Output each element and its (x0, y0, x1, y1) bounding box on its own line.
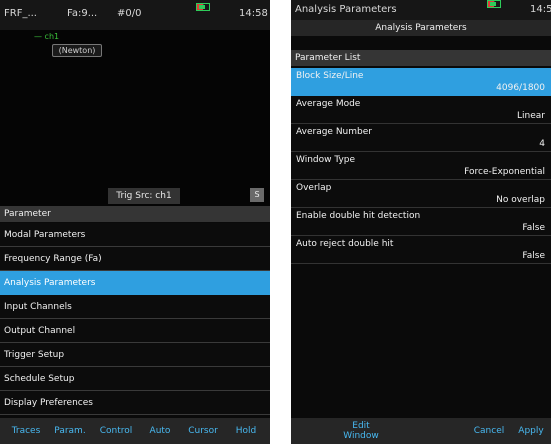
param-value: Force-Exponential (464, 167, 545, 177)
menu-item-input-channels[interactable]: Input Channels (0, 295, 270, 319)
clock: 14:58 (239, 8, 268, 19)
app-title: FRF_... (4, 8, 37, 19)
app-title: Analysis Parameters (295, 4, 397, 15)
fa-indicator: Fa:9... (67, 8, 98, 19)
left-screen: FRF_... Fa:9... #0/0 ≋ 14:58 — ch1 (Newt… (0, 0, 270, 444)
edit-label: Edit (352, 421, 370, 431)
param-row-double-hit-detection[interactable]: Enable double hit detection False (291, 208, 551, 236)
control-button[interactable]: Control (92, 418, 140, 444)
status-bar: FRF_... Fa:9... #0/0 ≋ 14:58 (0, 0, 270, 30)
menu-item-frequency-range[interactable]: Frequency Range (Fa) (0, 247, 270, 271)
plot-area[interactable]: — ch1 (Newton) Trig Src: ch1 S (0, 30, 270, 208)
unit-label: (Newton) (52, 44, 102, 57)
frame-counter: #0/0 (117, 8, 142, 19)
panel-header: Parameter (0, 206, 270, 222)
trigger-source: Trig Src: ch1 (108, 188, 180, 204)
param-value: Linear (517, 111, 545, 121)
dialog-title: Analysis Parameters (291, 20, 551, 36)
right-screen: Analysis Parameters ≋ 14:5 Analysis Para… (291, 0, 551, 444)
param-row-overlap[interactable]: Overlap No overlap (291, 180, 551, 208)
param-row-window-type[interactable]: Window Type Force-Exponential (291, 152, 551, 180)
menu-item-trigger-setup[interactable]: Trigger Setup (0, 343, 270, 367)
param-label: Enable double hit detection (296, 211, 421, 221)
param-row-average-number[interactable]: Average Number 4 (291, 124, 551, 152)
cursor-button[interactable]: Cursor (180, 418, 226, 444)
battery-icon (196, 3, 210, 11)
menu-item-display-preferences[interactable]: Display Preferences (0, 391, 270, 415)
param-label: Average Number (296, 127, 372, 137)
param-value: No overlap (496, 195, 545, 205)
param-label: Block Size/Line (296, 71, 364, 81)
softkey-bar: Traces Param. Control Auto Cursor Hold (0, 418, 270, 444)
s-button[interactable]: S (250, 188, 264, 202)
legend-label: ch1 (44, 32, 60, 41)
edit-window-button[interactable]: Edit Window (331, 418, 391, 444)
battery-icon (487, 0, 501, 8)
menu-item-schedule-setup[interactable]: Schedule Setup (0, 367, 270, 391)
dialog-button-bar: Edit Window Cancel Apply (291, 418, 551, 444)
menu-item-modal-parameters[interactable]: Modal Parameters (0, 223, 270, 247)
param-label: Overlap (296, 183, 332, 193)
menu-item-output-channel[interactable]: Output Channel (0, 319, 270, 343)
menu-item-analysis-parameters[interactable]: Analysis Parameters (0, 271, 270, 295)
auto-button[interactable]: Auto (140, 418, 180, 444)
param-value: False (522, 223, 545, 233)
param-row-auto-reject[interactable]: Auto reject double hit False (291, 236, 551, 264)
param-value: 4096/1800 (496, 83, 545, 93)
traces-button[interactable]: Traces (4, 418, 48, 444)
param-button[interactable]: Param. (48, 418, 92, 444)
status-bar: Analysis Parameters ≋ 14:5 (291, 0, 551, 20)
param-label: Window Type (296, 155, 356, 165)
parameter-list-header: Parameter List (291, 50, 551, 66)
param-label: Average Mode (296, 99, 361, 109)
param-label: Auto reject double hit (296, 239, 394, 249)
param-row-average-mode[interactable]: Average Mode Linear (291, 96, 551, 124)
window-label: Window (343, 431, 379, 441)
cancel-button[interactable]: Cancel (469, 418, 509, 444)
param-row-block-size[interactable]: Block Size/Line 4096/1800 (291, 68, 551, 96)
apply-button[interactable]: Apply (511, 418, 551, 444)
param-value: False (522, 251, 545, 261)
param-value: 4 (539, 139, 545, 149)
clock: 14:5 (530, 4, 551, 15)
legend-entry: — ch1 (34, 32, 60, 41)
hold-button[interactable]: Hold (226, 418, 266, 444)
